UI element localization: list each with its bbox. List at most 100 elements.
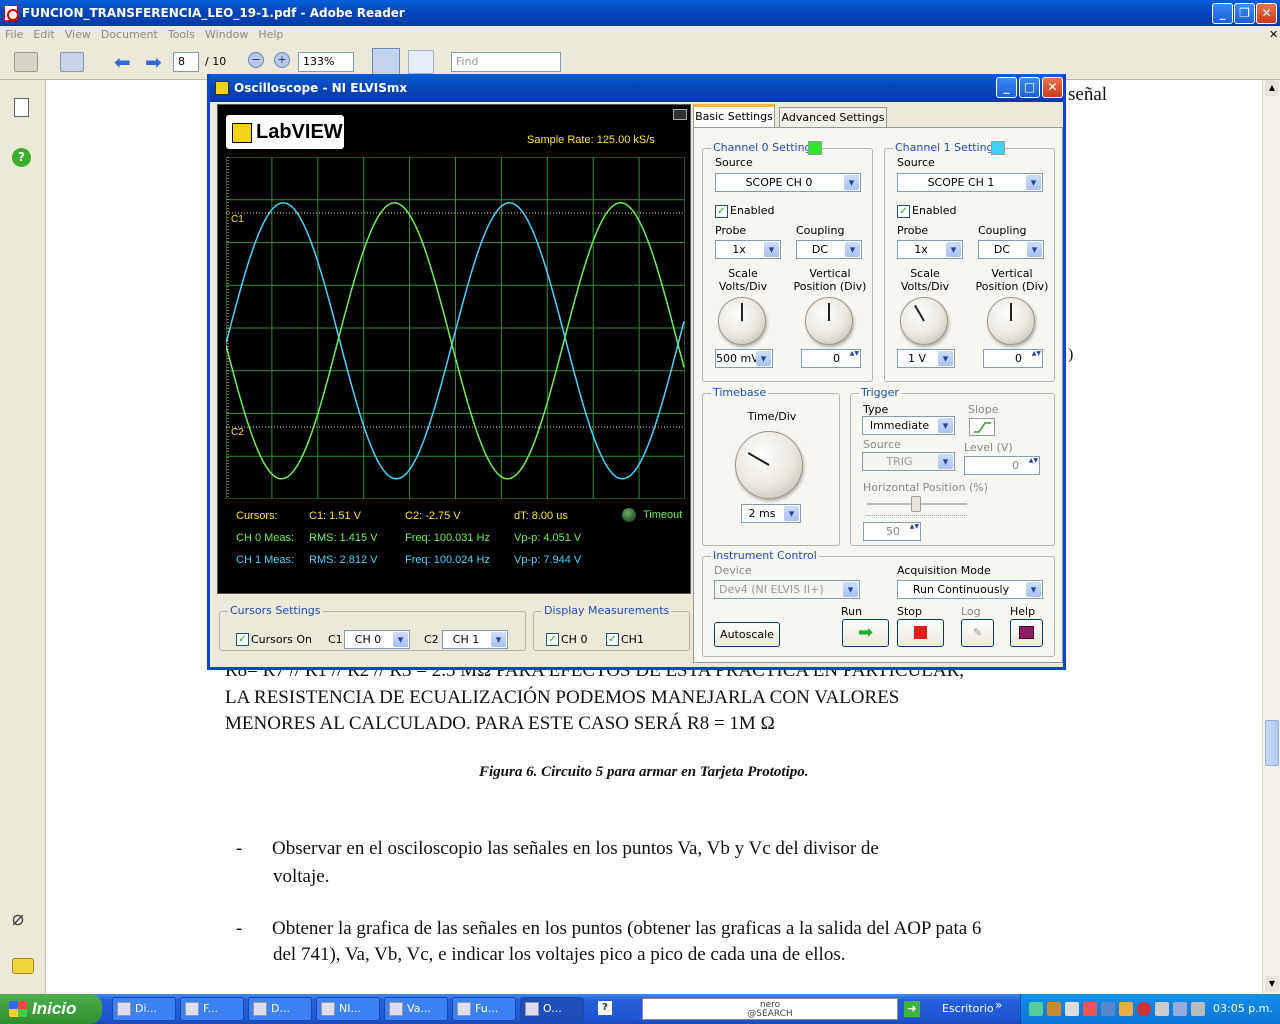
task-item-5[interactable]: Va... <box>384 997 448 1021</box>
osc-minimize-button[interactable]: _ <box>996 77 1017 98</box>
trigger-hpos-slider-thumb[interactable] <box>911 496 921 512</box>
log-button[interactable]: ✎ <box>961 619 994 647</box>
ch1-source-select[interactable]: SCOPE CH 1 <box>897 173 1043 192</box>
device-select[interactable]: Dev4 (NI ELVIS II+) <box>714 580 860 599</box>
previous-page-icon[interactable]: ⬅ <box>114 50 131 74</box>
instrument-control-group: Instrument Control Device Dev4 (NI ELVIS… <box>702 549 1055 657</box>
task-item-1[interactable]: Di... <box>112 997 176 1021</box>
find-input[interactable]: Find <box>451 52 561 72</box>
tray-usb-icon[interactable] <box>1101 1002 1115 1016</box>
help-icon[interactable]: ? <box>12 148 31 167</box>
ch1-vpos-knob[interactable] <box>987 297 1035 345</box>
task-item-2[interactable]: F... <box>180 997 244 1021</box>
scroll-up-icon[interactable]: ▲ <box>1265 80 1279 96</box>
timebase-select[interactable]: 2 ms <box>741 504 801 523</box>
help-button[interactable] <box>1010 619 1043 647</box>
desktop-toolbar-label[interactable]: Escritorio <box>942 1002 994 1015</box>
menu-help[interactable]: Help <box>258 28 283 41</box>
ch1-scale-knob[interactable] <box>900 297 948 345</box>
trigger-hpos-input[interactable]: 50 <box>863 522 921 541</box>
ch0-probe-select[interactable]: 1x <box>715 240 781 259</box>
minimize-button[interactable]: _ <box>1212 3 1233 24</box>
tab-basic-settings[interactable]: Basic Settings <box>693 104 775 127</box>
display-ch1-checkbox[interactable]: ✓ <box>606 633 619 646</box>
trigger-level-input[interactable]: 0 <box>964 456 1040 475</box>
ch0-vpos-knob[interactable] <box>805 297 853 345</box>
page-number-input[interactable]: 8 <box>173 52 199 72</box>
tray-network-icon[interactable] <box>1029 1002 1043 1016</box>
menu-document[interactable]: Document <box>101 28 158 41</box>
task-item-3[interactable]: D... <box>248 997 312 1021</box>
trigger-type-select[interactable]: Immediate <box>862 416 955 435</box>
maximize-button[interactable]: ❐ <box>1234 3 1255 24</box>
tab-advanced-settings[interactable]: Advanced Settings <box>779 107 887 127</box>
timebase-knob[interactable] <box>735 431 803 499</box>
osc-close-button[interactable]: ✕ <box>1042 77 1063 98</box>
cursor-c2-select[interactable]: CH 1 <box>442 630 508 649</box>
menu-edit[interactable]: Edit <box>33 28 54 41</box>
task-item-7-active[interactable]: O... <box>520 997 584 1021</box>
tray-misc-icon[interactable] <box>1191 1002 1205 1016</box>
ch0-scale-select[interactable]: 500 mV <box>715 349 773 368</box>
fit-width-icon[interactable] <box>372 48 400 76</box>
attachment-icon[interactable]: ⌀ <box>12 906 24 930</box>
run-button[interactable]: ➡ <box>842 619 889 647</box>
ch1-probe-select[interactable]: 1x <box>897 240 963 259</box>
ch1-scale-select[interactable]: 1 V <box>897 349 955 368</box>
vertical-scrollbar[interactable]: ▲ ▼ <box>1262 80 1280 994</box>
acquisition-mode-select[interactable]: Run Continuously <box>897 580 1043 599</box>
stop-button[interactable] <box>897 619 944 647</box>
ch1-coupling-select[interactable]: DC <box>978 240 1044 259</box>
trigger-source-select[interactable]: TRIG <box>862 452 955 471</box>
task-item-4[interactable]: NI... <box>316 997 380 1021</box>
osc-maximize-button[interactable]: □ <box>1019 77 1040 98</box>
email-icon[interactable] <box>60 52 84 72</box>
oscilloscope-title: Oscilloscope - NI ELVISmx <box>234 81 408 95</box>
ch0-enabled-checkbox[interactable]: ✓ <box>715 205 728 218</box>
next-page-icon[interactable]: ➡ <box>145 50 162 74</box>
tray-device-icon[interactable] <box>1065 1002 1079 1016</box>
print-icon[interactable] <box>14 52 38 72</box>
scroll-thumb[interactable] <box>1265 720 1279 766</box>
ch0-vpos-input[interactable]: 0 <box>801 349 861 368</box>
tray-volume-icon[interactable] <box>1155 1002 1169 1016</box>
trigger-slope-icon[interactable] <box>969 418 995 436</box>
zoom-in-icon[interactable]: + <box>274 52 290 68</box>
menu-tools[interactable]: Tools <box>168 28 195 41</box>
ch0-source-select[interactable]: SCOPE CH 0 <box>715 173 861 192</box>
tray-ni-icon[interactable] <box>1083 1002 1097 1016</box>
zoom-out-icon[interactable]: − <box>248 52 264 68</box>
trigger-title: Trigger <box>859 386 901 399</box>
quick-help-icon[interactable]: ? <box>598 1001 612 1015</box>
tray-app-icon[interactable] <box>1047 1002 1061 1016</box>
fit-page-icon[interactable] <box>408 50 434 74</box>
start-button[interactable]: Inicio <box>0 994 102 1024</box>
tray-antivirus-icon[interactable] <box>1137 1002 1151 1016</box>
menu-file[interactable]: File <box>5 28 23 41</box>
cursor-c1-select[interactable]: CH 0 <box>344 630 410 649</box>
comments-icon[interactable] <box>12 958 34 974</box>
ch1-vpos-input[interactable]: 0 <box>983 349 1043 368</box>
toolbar-expand-icon[interactable]: » <box>995 998 1002 1012</box>
scroll-down-icon[interactable]: ▼ <box>1265 976 1279 992</box>
autoscale-button[interactable]: Autoscale <box>714 622 780 647</box>
cursors-on-checkbox[interactable]: ✓ <box>236 633 249 646</box>
tray-security-icon[interactable] <box>1119 1002 1133 1016</box>
close-button[interactable]: ✕ <box>1256 3 1277 24</box>
display-ch0-checkbox[interactable]: ✓ <box>546 633 559 646</box>
menu-window[interactable]: Window <box>205 28 248 41</box>
ch0-scale-knob[interactable] <box>718 297 766 345</box>
search-go-icon[interactable]: ➜ <box>904 1001 920 1017</box>
cursors-settings-group: Cursors Settings ✓ Cursors On C1 CH 0 C2… <box>219 604 526 651</box>
task-item-6[interactable]: Fu... <box>452 997 516 1021</box>
graph-palette-icon[interactable] <box>673 109 687 120</box>
trigger-group: Trigger Type Immediate Slope Source TRIG… <box>850 386 1055 546</box>
menu-close-icon[interactable]: ✕ <box>1269 26 1278 44</box>
tray-display-icon[interactable] <box>1173 1002 1187 1016</box>
zoom-level-input[interactable]: 133% <box>298 52 354 72</box>
ch0-coupling-select[interactable]: DC <box>796 240 862 259</box>
ch1-enabled-checkbox[interactable]: ✓ <box>897 205 910 218</box>
pages-icon[interactable] <box>14 98 29 117</box>
nero-search-box[interactable]: nero @SEARCH <box>642 998 898 1020</box>
menu-view[interactable]: View <box>65 28 91 41</box>
